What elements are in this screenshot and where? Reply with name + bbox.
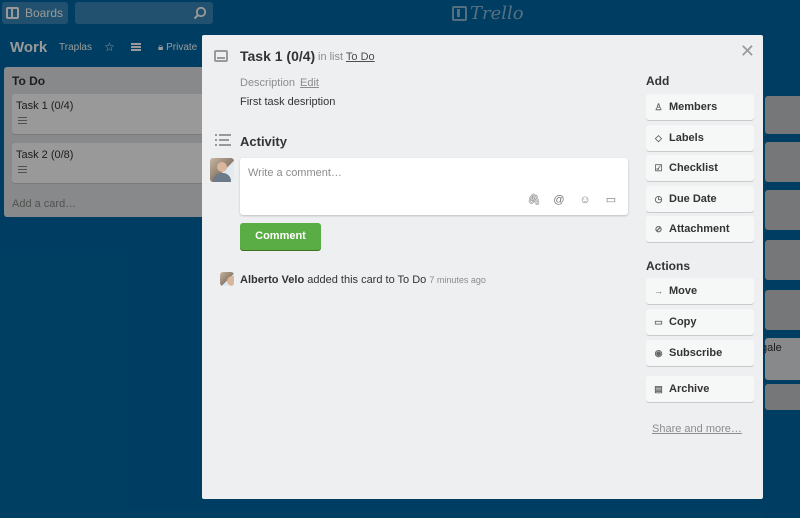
activity-time[interactable]: 7 minutes ago: [429, 275, 486, 285]
activity-heading: Activity: [240, 134, 287, 149]
comment-button[interactable]: Comment: [240, 223, 321, 250]
card-title-heading[interactable]: Task 1 (0/4): [240, 48, 315, 64]
move-button[interactable]: → Move: [646, 278, 754, 304]
due-date-label: Due Date: [669, 193, 717, 205]
clock-icon: ◷: [654, 193, 663, 204]
activity-icon: [215, 134, 231, 147]
add-heading: Add: [646, 74, 670, 88]
description-label: Description: [240, 77, 296, 89]
subscribe-label: Subscribe: [669, 347, 723, 359]
copy-button[interactable]: ▭ Copy: [646, 309, 754, 335]
attachment-button[interactable]: ⊘ Attachment: [646, 216, 754, 242]
card-icon: ▭: [654, 316, 663, 327]
members-button[interactable]: ♙ Members: [646, 94, 754, 120]
card-link-icon[interactable]: ▭: [605, 194, 617, 206]
subscribe-button[interactable]: ◉ Subscribe: [646, 340, 754, 366]
paperclip-icon: ⊘: [654, 223, 663, 234]
edit-description-link[interactable]: Edit: [300, 77, 319, 89]
arrow-right-icon: →: [654, 285, 663, 296]
labels-label: Labels: [669, 132, 704, 144]
comment-input[interactable]: [248, 166, 608, 180]
description-text[interactable]: First task desription: [240, 96, 335, 108]
copy-label: Copy: [669, 316, 697, 328]
list-link[interactable]: To Do: [346, 51, 375, 63]
person-icon: ♙: [654, 101, 663, 112]
paperclip-icon[interactable]: 🖇︎: [527, 194, 541, 206]
labels-button[interactable]: ◇ Labels: [646, 125, 754, 151]
archive-icon: ▤: [654, 383, 663, 394]
avatar[interactable]: [220, 272, 234, 286]
checklist-label: Checklist: [669, 162, 718, 174]
avatar[interactable]: [210, 158, 234, 182]
archive-label: Archive: [669, 383, 710, 395]
archive-button[interactable]: ▤ Archive: [646, 376, 754, 402]
move-label: Move: [669, 285, 698, 297]
comment-box[interactable]: 🖇︎ @ ☺ ▭: [240, 158, 628, 215]
eye-icon: ◉: [654, 347, 663, 358]
in-list-prefix: in list: [318, 51, 344, 63]
close-icon[interactable]: ✕: [740, 41, 755, 62]
actions-heading: Actions: [646, 259, 691, 273]
checkbox-icon: ☑: [654, 162, 663, 173]
members-label: Members: [669, 101, 718, 113]
in-list-text: in list To Do: [318, 51, 375, 63]
mention-icon[interactable]: @: [553, 194, 565, 206]
activity-action: added this card to To Do: [307, 274, 427, 286]
card-detail-modal: ✕ Task 1 (0/4) in list To Do Description…: [202, 35, 763, 499]
attachment-label: Attachment: [669, 223, 730, 235]
tag-icon: ◇: [655, 132, 662, 143]
emoji-icon[interactable]: ☺: [579, 194, 591, 206]
share-and-more-link[interactable]: Share and more…: [652, 423, 742, 435]
activity-user[interactable]: Alberto Velo: [240, 274, 304, 286]
due-date-button[interactable]: ◷ Due Date: [646, 186, 754, 212]
activity-entry: Alberto Velo added this card to To Do 7 …: [240, 274, 486, 286]
checklist-button[interactable]: ☑ Checklist: [646, 155, 754, 181]
card-icon: [214, 50, 228, 62]
